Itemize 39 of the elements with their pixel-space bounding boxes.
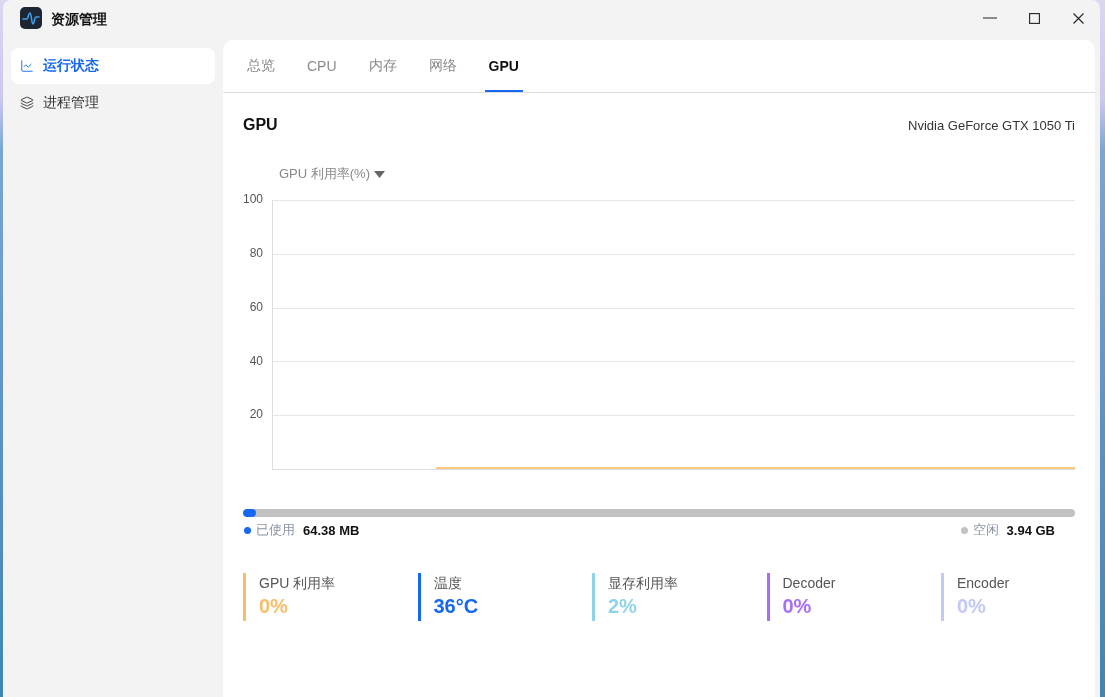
legend-label: 空闲 xyxy=(972,521,999,539)
legend-value: 3.94 GB xyxy=(1006,522,1055,538)
stat-label: GPU 利用率 xyxy=(259,574,336,593)
layers-icon xyxy=(20,96,34,110)
window-title: 资源管理 xyxy=(51,10,107,28)
legend-value: 64.38 MB xyxy=(303,522,360,538)
stat-label: Encoder xyxy=(957,574,1010,593)
maximize-icon xyxy=(1028,12,1040,24)
y-axis-label: 40 xyxy=(249,353,263,368)
legend-dropdown[interactable]: GPU 利用率(%) xyxy=(279,164,385,184)
tab[interactable]: 内存 xyxy=(364,40,401,92)
sidebar-item-label: 运行状态 xyxy=(43,57,99,75)
close-icon xyxy=(1072,12,1084,24)
y-axis-label: 60 xyxy=(249,299,263,314)
gpu-model-name: Nvidia GeForce GTX 1050 Ti xyxy=(908,117,1075,133)
pulse-wave-icon xyxy=(20,7,42,29)
stat-value: 0% xyxy=(957,594,986,619)
tab[interactable]: CPU xyxy=(303,40,341,92)
stat-value: 2% xyxy=(608,594,637,619)
stat-label: 显存利用率 xyxy=(608,574,678,593)
tab[interactable]: 网络 xyxy=(424,40,461,92)
sidebar-item[interactable]: 运行状态 xyxy=(11,48,215,84)
stat-label: 温度 xyxy=(433,574,462,593)
y-axis-label: 20 xyxy=(249,407,263,422)
stat-value: 0% xyxy=(259,594,288,619)
minimize-icon xyxy=(983,17,997,19)
legend-label: 已使用 xyxy=(256,521,295,539)
y-axis-label: 80 xyxy=(249,245,263,260)
stat-value: 0% xyxy=(782,594,812,619)
sidebar-item-label: 进程管理 xyxy=(43,94,99,112)
caret-icon xyxy=(374,170,385,178)
y-axis-label: 100 xyxy=(243,192,263,207)
section-title: GPU xyxy=(243,116,278,134)
tab[interactable]: 总览 xyxy=(243,40,279,92)
stat-value: 36°C xyxy=(433,594,479,619)
stat-label: Decoder xyxy=(782,574,836,593)
tab[interactable]: GPU xyxy=(484,40,523,92)
line-chart-icon xyxy=(20,59,34,73)
sidebar-item[interactable]: 进程管理 xyxy=(11,85,215,121)
